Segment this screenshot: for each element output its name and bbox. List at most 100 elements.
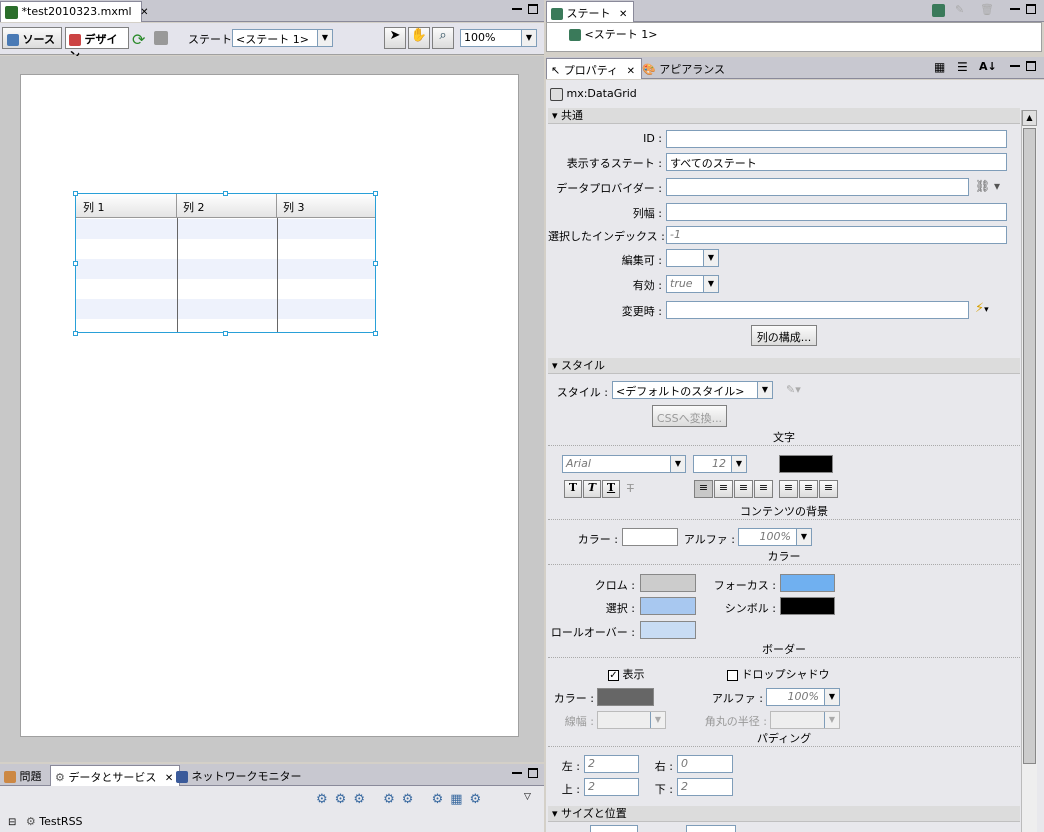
corner-radius-select[interactable]: ▼ bbox=[770, 711, 840, 729]
resize-handle[interactable] bbox=[73, 331, 78, 336]
tab-appearance[interactable]: 🎨 アピアランス bbox=[638, 58, 731, 79]
chrome-color-swatch[interactable] bbox=[640, 574, 696, 592]
standard-view-icon[interactable]: ▦ bbox=[934, 60, 945, 74]
configure-columns-button[interactable]: 列の構成... bbox=[751, 325, 817, 346]
state-item[interactable]: <ステート 1> bbox=[569, 26, 657, 42]
datagrid[interactable]: 列 1 列 2 列 3 bbox=[75, 193, 376, 333]
text-color-swatch[interactable] bbox=[779, 455, 833, 473]
maximize-icon[interactable] bbox=[528, 768, 538, 778]
zoom-tool-button[interactable]: ⌕ bbox=[432, 27, 454, 49]
drop-shadow-checkbox[interactable]: ドロップシャドウ bbox=[727, 666, 830, 682]
enabled-select[interactable]: true ▼ bbox=[666, 275, 719, 293]
layout-icon[interactable] bbox=[154, 31, 168, 45]
select-tool-button[interactable]: ➤ bbox=[384, 27, 406, 49]
minimize-icon[interactable] bbox=[1010, 65, 1020, 67]
tab-data-services[interactable]: ⚙ データとサービス ✕ bbox=[50, 765, 181, 786]
edit-state-icon[interactable]: ✎ bbox=[955, 3, 964, 16]
close-icon[interactable]: ✕ bbox=[140, 7, 148, 18]
border-width-select[interactable]: ▼ bbox=[597, 711, 666, 729]
bg-alpha-select[interactable]: 100% ▼ bbox=[738, 528, 812, 546]
align-center-button[interactable]: ≡ bbox=[714, 480, 733, 498]
padding-bottom-input[interactable]: 2 bbox=[677, 778, 733, 796]
checkbox-icon[interactable] bbox=[727, 669, 738, 681]
valign-bottom-button[interactable]: ≡ bbox=[819, 480, 838, 498]
dataprovider-input[interactable] bbox=[666, 178, 969, 196]
close-icon[interactable]: ✕ bbox=[619, 9, 627, 20]
colwidth-input[interactable] bbox=[666, 203, 1007, 221]
resize-handle[interactable] bbox=[373, 331, 378, 336]
zoom-select[interactable]: 100% ▼ bbox=[460, 29, 537, 47]
padding-right-input[interactable]: 0 bbox=[677, 755, 733, 773]
settings-icon[interactable]: ⚙ bbox=[470, 792, 489, 807]
editable-select[interactable]: ▼ bbox=[666, 249, 719, 267]
tree-item[interactable]: ⊟ ⚙ TestRSS bbox=[8, 815, 83, 828]
resize-handle[interactable] bbox=[223, 331, 228, 336]
state-input[interactable]: すべてのステート bbox=[666, 153, 1007, 171]
tab-states[interactable]: ステート ✕ bbox=[546, 1, 635, 22]
italic-button[interactable]: T bbox=[583, 480, 601, 498]
padding-top-input[interactable]: 2 bbox=[584, 778, 639, 796]
tab-network-monitor[interactable]: ネットワークモニター bbox=[172, 765, 308, 786]
resize-handle[interactable] bbox=[73, 261, 78, 266]
bind-icon[interactable]: ▦ bbox=[450, 792, 469, 807]
font-select[interactable]: Arial ▼ bbox=[562, 455, 686, 473]
scroll-up-icon[interactable]: ▲ bbox=[1022, 110, 1037, 126]
bold-button[interactable]: T bbox=[564, 480, 582, 498]
bg-color-swatch[interactable] bbox=[622, 528, 678, 546]
resize-handle[interactable] bbox=[223, 191, 228, 196]
align-justify-button[interactable]: ≡ bbox=[754, 480, 773, 498]
view-menu-icon[interactable]: ▽ bbox=[524, 792, 531, 802]
align-left-button[interactable]: ≡ bbox=[694, 480, 713, 498]
border-alpha-select[interactable]: 100% ▼ bbox=[766, 688, 840, 706]
refresh-icon[interactable]: ⟳ bbox=[132, 30, 145, 49]
source-button[interactable]: ソース bbox=[2, 27, 62, 49]
change-input[interactable] bbox=[666, 301, 969, 319]
column-header[interactable]: 列 2 bbox=[177, 194, 277, 217]
border-color-swatch[interactable] bbox=[597, 688, 654, 706]
delete-state-icon[interactable]: 🗑 bbox=[980, 3, 994, 16]
height-input[interactable] bbox=[686, 825, 736, 832]
section-style[interactable]: ▾ スタイル bbox=[548, 358, 1020, 374]
id-input[interactable] bbox=[666, 130, 1007, 148]
pan-tool-button[interactable]: ✋ bbox=[408, 27, 430, 49]
design-button[interactable]: デザイン bbox=[65, 27, 129, 62]
section-common[interactable]: ▾ 共通 bbox=[548, 108, 1020, 124]
properties-icon[interactable]: ⚙ bbox=[432, 792, 451, 807]
props-scrollbar[interactable]: ▲ bbox=[1021, 110, 1037, 832]
new-service-icon[interactable]: ⚙ bbox=[353, 792, 372, 807]
valign-top-button[interactable]: ≡ bbox=[779, 480, 798, 498]
strikethrough-icon[interactable]: T bbox=[627, 482, 634, 495]
alpha-view-icon[interactable]: A↓ bbox=[979, 60, 997, 73]
selindex-input[interactable]: -1 bbox=[666, 226, 1007, 244]
valign-middle-button[interactable]: ≡ bbox=[799, 480, 818, 498]
maximize-icon[interactable] bbox=[1026, 4, 1036, 14]
show-border-checkbox[interactable]: ✓ 表示 bbox=[608, 666, 645, 682]
resize-handle[interactable] bbox=[73, 191, 78, 196]
align-right-button[interactable]: ≡ bbox=[734, 480, 753, 498]
width-input[interactable] bbox=[590, 825, 638, 832]
close-icon[interactable]: ✕ bbox=[627, 66, 635, 77]
collapse-icon[interactable]: ⊟ bbox=[8, 817, 16, 828]
maximize-icon[interactable] bbox=[528, 4, 538, 14]
tab-problems[interactable]: 問題 bbox=[0, 765, 48, 786]
resize-handle[interactable] bbox=[373, 191, 378, 196]
connect-service-icon[interactable]: ⚙ bbox=[316, 792, 335, 807]
minimize-icon[interactable] bbox=[512, 772, 522, 774]
minimize-icon[interactable] bbox=[512, 8, 522, 10]
resize-handle[interactable] bbox=[373, 261, 378, 266]
convert-css-button[interactable]: CSSへ変換... bbox=[652, 405, 727, 427]
state-select[interactable]: <ステート 1> ▼ bbox=[232, 29, 333, 47]
column-header[interactable]: 列 1 bbox=[76, 194, 177, 217]
maximize-icon[interactable] bbox=[1026, 61, 1036, 71]
editor-tab[interactable]: *test2010323.mxml ✕ bbox=[0, 1, 149, 22]
scroll-thumb[interactable] bbox=[1023, 128, 1036, 764]
category-view-icon[interactable]: ☰ bbox=[957, 60, 968, 74]
focus-color-swatch[interactable] bbox=[780, 574, 835, 592]
section-size[interactable]: ▾ サイズと位置 bbox=[548, 806, 1020, 822]
configure-icon[interactable]: ⚙ bbox=[383, 792, 402, 807]
padding-left-input[interactable]: 2 bbox=[584, 755, 639, 773]
refresh-service-icon[interactable]: ⚙ bbox=[335, 792, 354, 807]
link-icon[interactable]: ⛓ ▾ bbox=[975, 179, 1000, 193]
new-state-icon[interactable] bbox=[932, 4, 945, 17]
column-header[interactable]: 列 3 bbox=[277, 194, 375, 217]
